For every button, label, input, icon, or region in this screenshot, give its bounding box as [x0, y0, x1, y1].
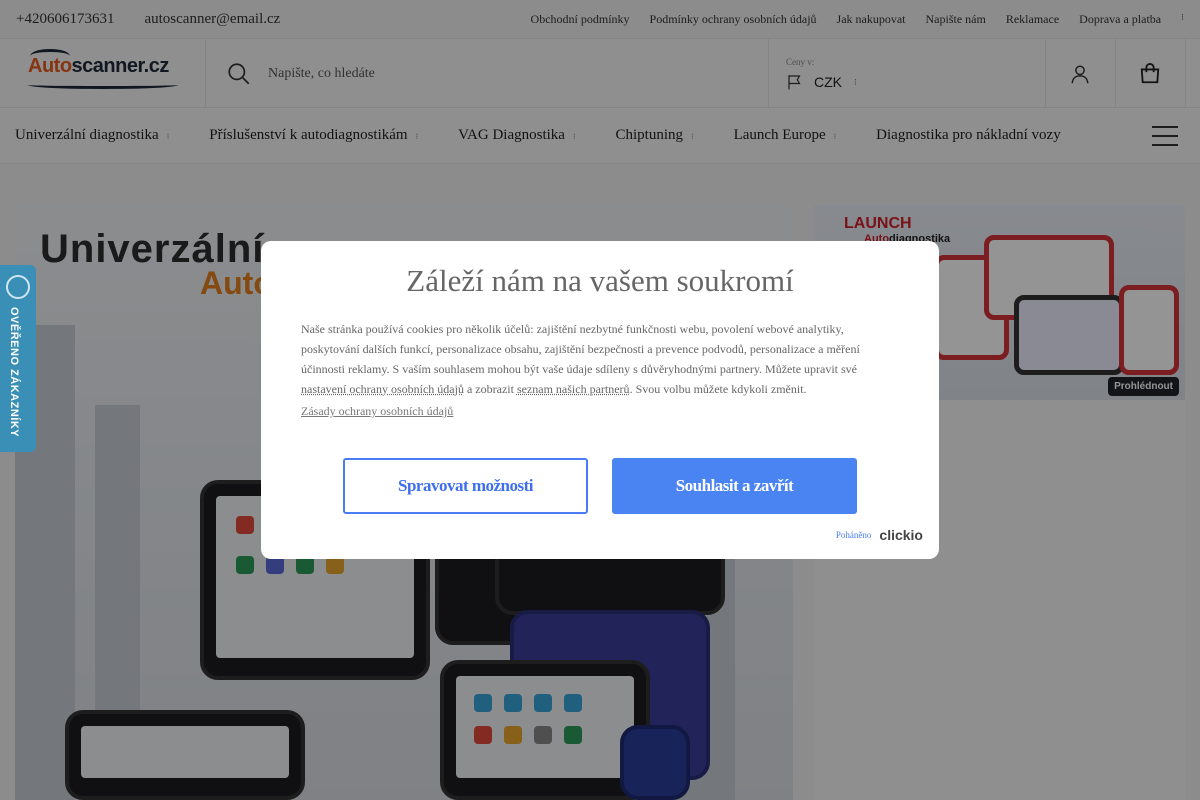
seal-icon — [6, 275, 30, 299]
powered-by-label: Poháněno — [835, 530, 872, 540]
dialog-body: Naše stránka používá cookies pro několik… — [301, 322, 860, 396]
clickio-logo: clickio — [879, 527, 923, 543]
powered-by[interactable]: Poháněno clickio — [836, 527, 923, 543]
privacy-policy-link[interactable]: Zásady ochrany osobních údajů — [301, 404, 453, 419]
partners-link[interactable]: seznam našich partnerů — [517, 382, 630, 396]
cookie-consent-dialog: Záleží nám na vašem soukromí Naše stránk… — [261, 241, 939, 559]
manage-options-button[interactable]: Spravovat možnosti — [343, 458, 588, 514]
verified-label: OVĚŘENO ZÁKAZNÍKY — [8, 307, 20, 438]
dialog-title: Záleží nám na vašem soukromí — [406, 263, 794, 298]
accept-and-close-button[interactable]: Souhlasit a zavřít — [612, 458, 857, 514]
verified-customers-badge[interactable]: OVĚŘENO ZÁKAZNÍKY — [0, 265, 36, 452]
privacy-settings-link[interactable]: nastavení ochrany osobních údajů — [301, 382, 464, 396]
